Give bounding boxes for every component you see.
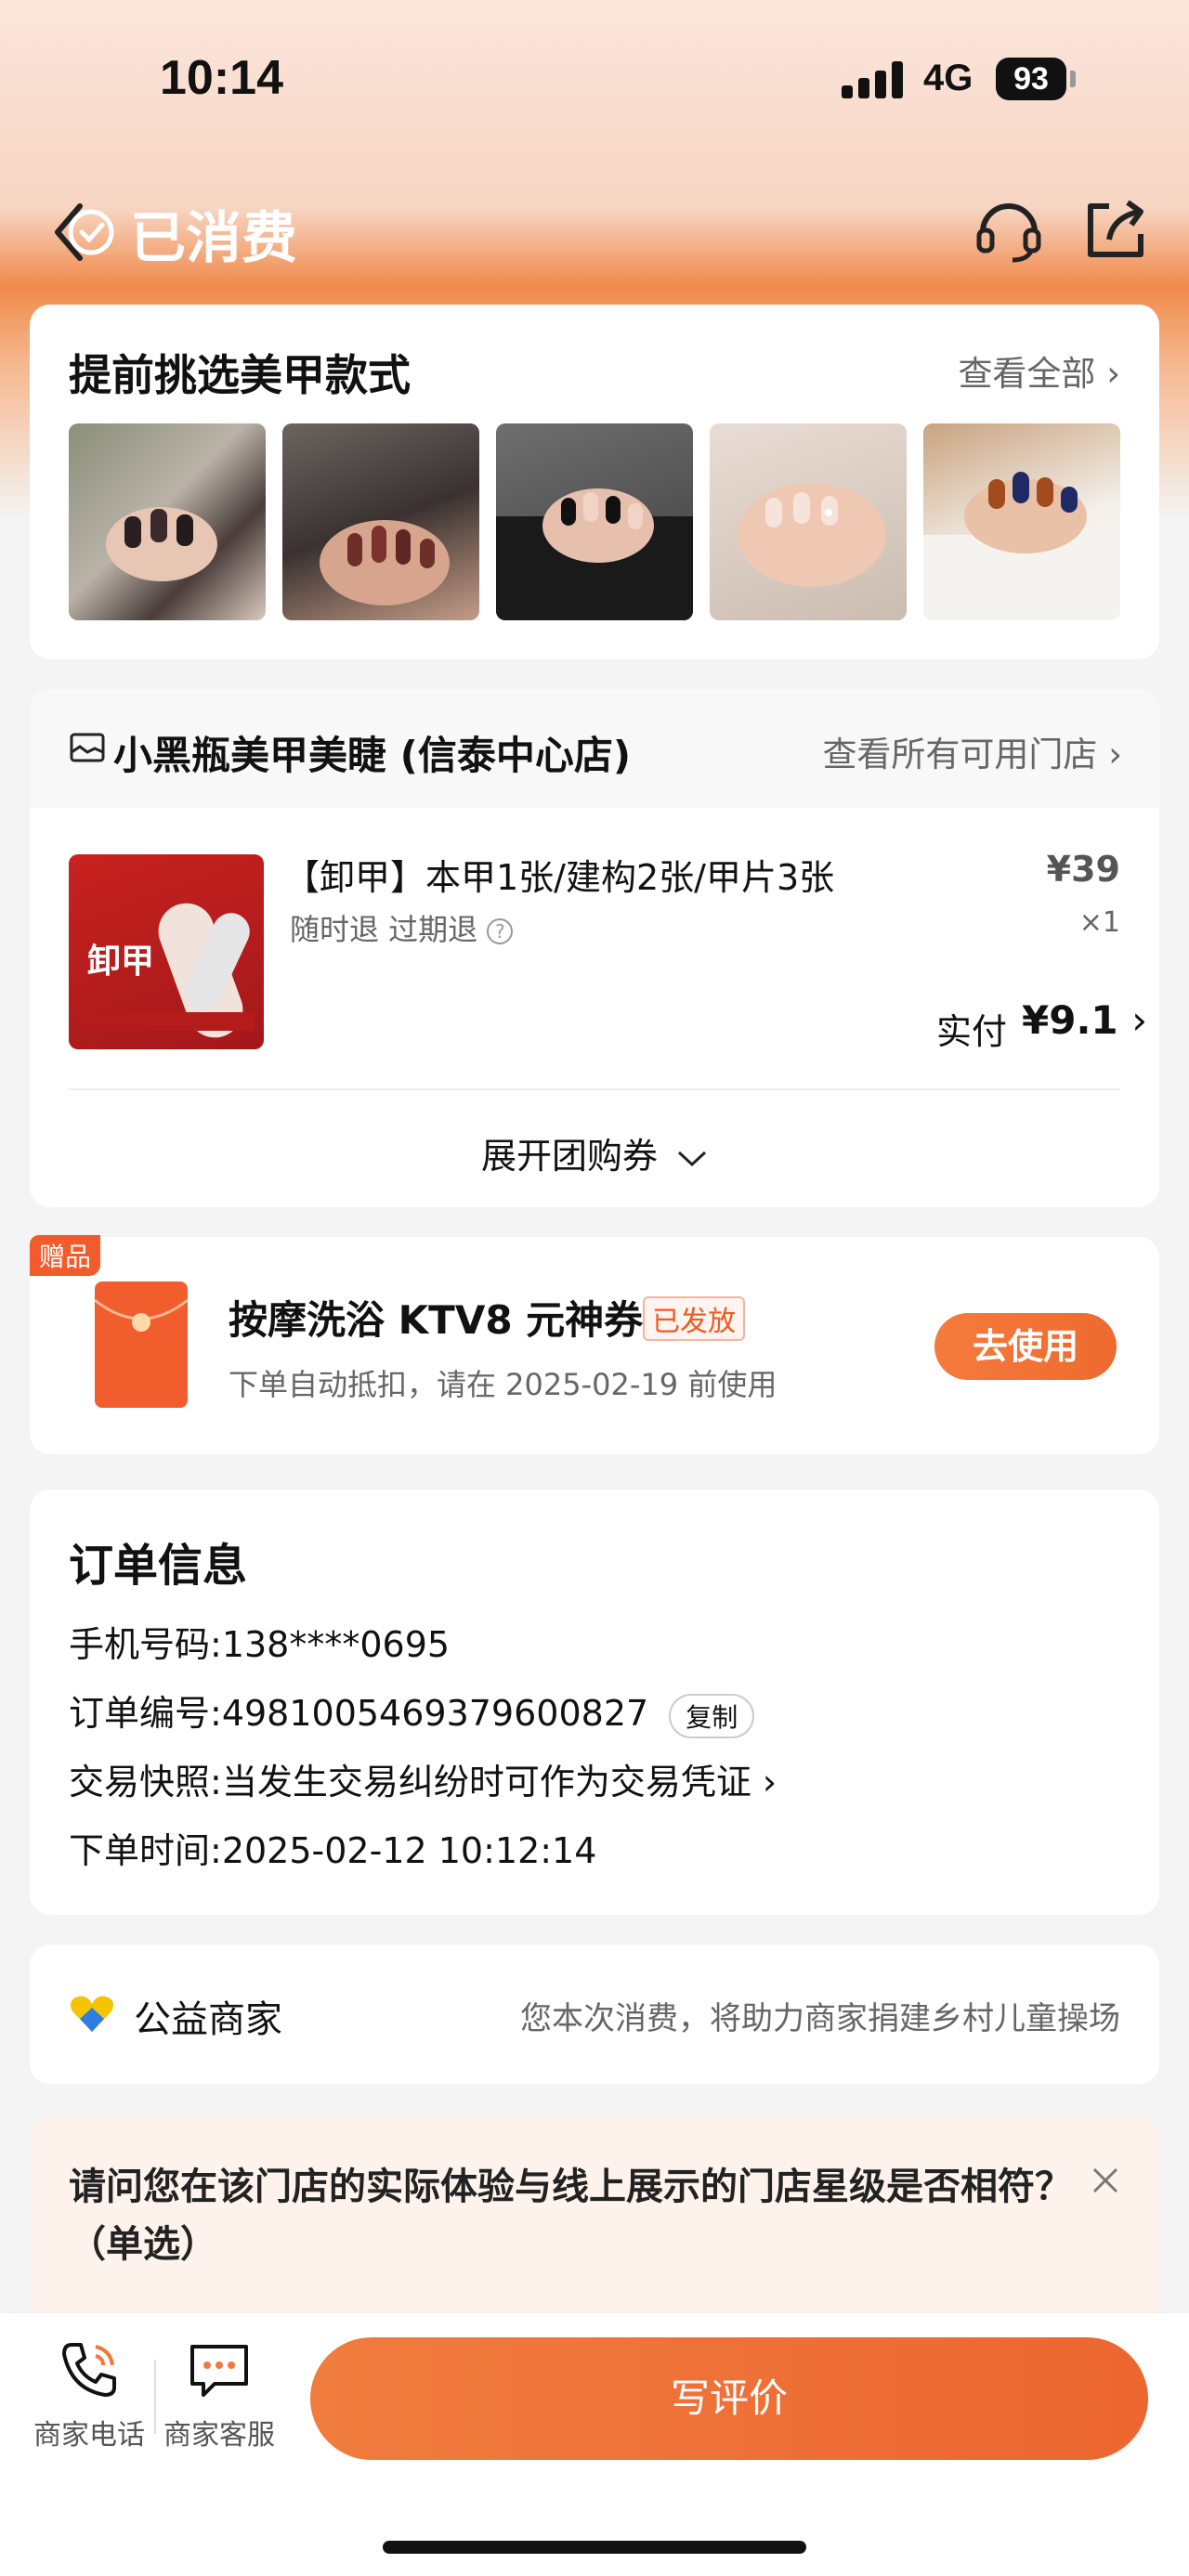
use-coupon-button[interactable]: 去使用	[934, 1313, 1117, 1380]
store-name: 小黑瓶美甲美睫 (信泰中心店)	[113, 733, 632, 778]
charity-label: 公益商家	[134, 1998, 282, 2041]
deal-image[interactable]: 卸甲	[69, 854, 264, 1049]
customer-service-button[interactable]	[973, 193, 1044, 264]
home-indicator	[383, 2541, 806, 2554]
gift-description: 下单自动抵扣，请在 2025-02-19 前使用	[229, 1367, 777, 1402]
charity-heart-icon	[71, 1996, 113, 2032]
back-icon	[55, 203, 114, 261]
signal-icon	[842, 59, 907, 98]
paid-value: ¥9.1	[1022, 997, 1118, 1043]
store-icon	[70, 733, 105, 762]
nail-style-thumb[interactable]	[710, 423, 907, 620]
share-icon	[1088, 200, 1143, 257]
nail-styles-card: 提前挑选美甲款式 查看全部 ›	[30, 305, 1159, 659]
chevron-right-icon: ›	[762, 1762, 777, 1802]
divider	[69, 1088, 1120, 1090]
charity-description: 您本次消费，将助力商家捐建乡村儿童操场	[520, 2000, 1120, 2037]
deal-quantity: ×1	[1078, 906, 1120, 939]
deal-tags: 随时退 过期退 ?	[290, 906, 514, 949]
battery-tip	[1070, 71, 1076, 87]
bottom-action-bar: 商家电话 商家客服 写评价	[0, 2312, 1189, 2576]
expand-vouchers-button[interactable]: 展开团购券	[30, 1127, 1159, 1178]
phone-icon	[62, 2343, 116, 2397]
order-time-row: 下单时间:2025-02-12 10:12:14	[69, 1822, 596, 1873]
view-stores-label: 查看所有可用门店	[822, 735, 1098, 774]
order-phone-row: 手机号码:138****0695	[69, 1616, 450, 1667]
order-id-value: 4981005469379600827	[221, 1693, 649, 1734]
phone-label: 手机号码:	[69, 1624, 222, 1665]
help-icon[interactable]: ?	[487, 918, 514, 944]
merchant-phone-button[interactable]: 商家电话	[24, 2337, 154, 2452]
phone-value: 138****0695	[221, 1624, 451, 1665]
status-time: 10:14	[160, 51, 283, 105]
chat-icon	[190, 2345, 248, 2397]
view-stores-link[interactable]: 查看所有可用门店 ›	[822, 726, 1122, 776]
write-review-button[interactable]: 写评价	[310, 2337, 1148, 2460]
styles-thumbnails	[69, 423, 1120, 620]
nav-bar: 已消费	[0, 176, 1189, 279]
order-info-title: 订单信息	[69, 1540, 248, 1592]
merchant-phone-label: 商家电话	[33, 2419, 145, 2452]
snapshot-value: 当发生交易纠纷时可作为交易凭证	[221, 1762, 751, 1802]
deal-price: ¥39	[1046, 849, 1120, 890]
view-all-label: 查看全部	[958, 354, 1096, 394]
deal-image-text: 卸甲	[87, 943, 155, 981]
order-time-label: 下单时间:	[69, 1830, 222, 1871]
copy-button[interactable]: 复制	[669, 1693, 755, 1738]
order-time-value: 2025-02-12 10:12:14	[221, 1830, 597, 1871]
paid-amount[interactable]: ¥9.1 ›	[1022, 997, 1147, 1043]
network-type: 4G	[923, 58, 973, 98]
nail-style-thumb[interactable]	[496, 423, 693, 620]
snapshot-label: 交易快照:	[69, 1762, 222, 1802]
order-id-row: 订单编号:4981005469379600827 复制	[69, 1685, 755, 1738]
order-id-label: 订单编号:	[69, 1693, 222, 1734]
store-header[interactable]: 小黑瓶美甲美睫 (信泰中心店) 查看所有可用门店 ›	[30, 689, 1159, 808]
deal-tags-text: 随时退 过期退	[290, 912, 478, 947]
gift-status-badge: 已发放	[643, 1296, 745, 1341]
chevron-down-icon	[678, 1151, 707, 1166]
view-all-link[interactable]: 查看全部 ›	[958, 345, 1120, 396]
merchant-service-button[interactable]: 商家客服	[154, 2337, 284, 2452]
chevron-right-icon: ›	[1106, 354, 1120, 394]
store-deal-card: 小黑瓶美甲美睫 (信泰中心店) 查看所有可用门店 › 卸甲 【卸甲】本甲1张/建…	[30, 689, 1159, 1207]
battery-icon: 93	[996, 58, 1066, 100]
gift-title: 按摩洗浴 KTV8 元神券	[229, 1297, 644, 1343]
order-info-card: 订单信息 手机号码:138****0695 订单编号:4981005469379…	[30, 1490, 1159, 1915]
gift-badge: 赠品	[30, 1235, 101, 1276]
page-title: 已消费	[130, 206, 297, 271]
expand-label: 展开团购券	[480, 1136, 658, 1177]
nail-style-thumb[interactable]	[923, 423, 1120, 620]
deal-title: 【卸甲】本甲1张/建构2张/甲片3张	[284, 857, 835, 898]
styles-title: 提前挑选美甲款式	[69, 350, 411, 400]
survey-question: 请问您在该门店的实际体验与线上展示的门店星级是否相符？（单选）	[69, 2166, 1072, 2266]
back-button[interactable]	[46, 195, 121, 269]
gift-card: 赠品 按摩洗浴 KTV8 元神券 已发放 下单自动抵扣，请在 2025-02-1…	[30, 1235, 1159, 1454]
paid-label: 实付	[936, 1011, 1008, 1052]
nail-style-thumb[interactable]	[69, 423, 266, 620]
share-button[interactable]	[1081, 193, 1152, 264]
nail-style-thumb[interactable]	[282, 423, 479, 620]
close-icon[interactable]	[1087, 2162, 1124, 2199]
status-bar: 10:14 4G 93	[0, 0, 1189, 149]
chevron-right-icon: ›	[1131, 997, 1148, 1043]
chevron-right-icon: ›	[1108, 735, 1122, 774]
headset-icon	[976, 203, 1041, 263]
red-envelope-icon	[94, 1281, 189, 1408]
order-snapshot-row[interactable]: 交易快照:当发生交易纠纷时可作为交易凭证 ›	[69, 1753, 777, 1804]
charity-card[interactable]: 公益商家 您本次消费，将助力商家捐建乡村儿童操场	[30, 1945, 1159, 2084]
merchant-service-label: 商家客服	[163, 2419, 275, 2452]
